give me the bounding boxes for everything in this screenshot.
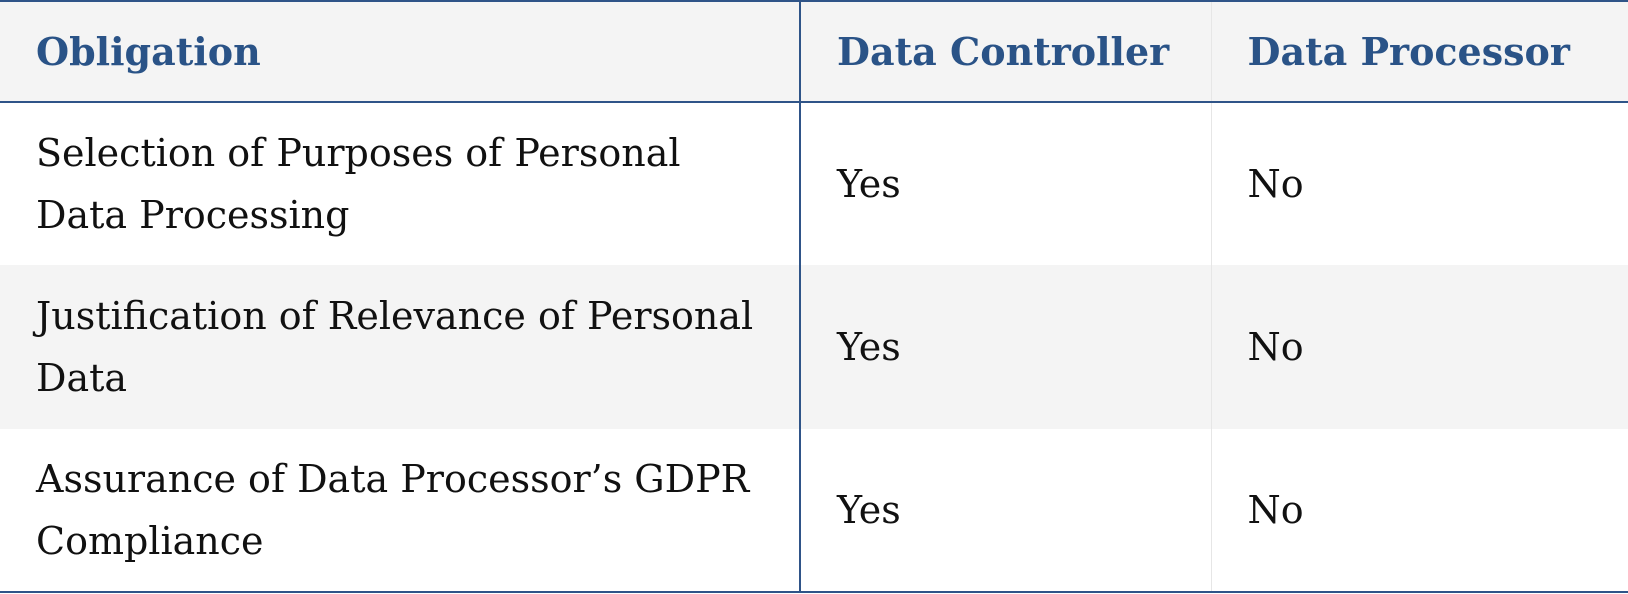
cell-obligation: Justification of Relevance of Personal D…: [0, 265, 801, 429]
obligations-table-container: Obligation Data Controller Data Processo…: [0, 0, 1628, 594]
cell-processor: No: [1247, 324, 1304, 369]
header-data-processor: Data Processor: [1211, 1, 1628, 103]
cell-processor: No: [1247, 487, 1304, 532]
table-row: Assurance of Data Processor’s GDPR Compl…: [0, 428, 1628, 592]
cell-obligation: Selection of Purposes of Personal Data P…: [0, 102, 801, 266]
cell-controller: Yes: [800, 102, 1212, 266]
cell-processor: No: [1247, 162, 1304, 207]
header-data-controller: Data Controller: [800, 1, 1212, 103]
table-header: Obligation Data Controller Data Processo…: [0, 1, 1628, 103]
header-obligation: Obligation: [0, 1, 801, 103]
table-row: Selection of Purposes of Personal Data P…: [0, 102, 1628, 266]
cell-controller: Yes: [800, 428, 1212, 592]
header-row: Obligation Data Controller Data Processo…: [0, 1, 1628, 103]
cell-controller: Yes: [800, 265, 1212, 429]
obligations-table: Obligation Data Controller Data Processo…: [0, 0, 1628, 593]
cell-obligation: Assurance of Data Processor’s GDPR Compl…: [0, 428, 801, 592]
table-row: Justification of Relevance of Personal D…: [0, 265, 1628, 429]
table-body: Selection of Purposes of Personal Data P…: [0, 102, 1628, 592]
